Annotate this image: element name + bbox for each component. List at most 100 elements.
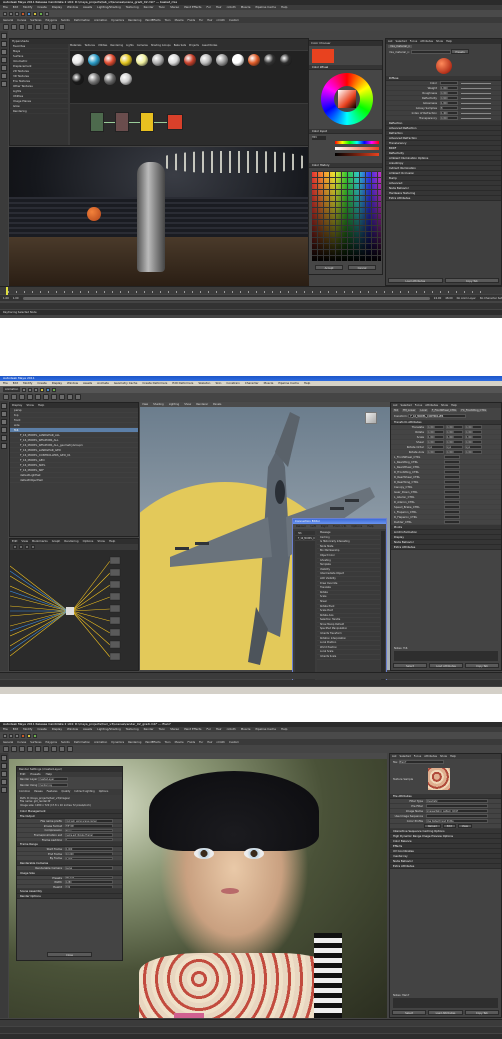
attr-section-header[interactable]: Extra Attributes (386, 196, 501, 201)
new-scene-icon[interactable] (3, 11, 7, 16)
rotate-tool-icon[interactable] (1, 57, 7, 63)
layout-icon[interactable] (1, 81, 7, 87)
select-mode-icon[interactable] (21, 733, 25, 738)
attr-slider[interactable] (461, 92, 491, 94)
attribute-item[interactable]: Inherits Scale (317, 655, 380, 660)
attr-menu-item[interactable]: Attributes (420, 40, 433, 43)
load-attributes-button[interactable]: Load Attributes (428, 1010, 463, 1015)
select-button[interactable]: Select (393, 663, 427, 668)
menu-item[interactable]: Window (67, 727, 78, 731)
menu-item[interactable]: Window (67, 381, 78, 385)
attr-slider[interactable] (461, 97, 491, 99)
render-field-value[interactable]: name.ext (Single Frame) (65, 833, 113, 837)
attr-field-value[interactable]: 1.000 (440, 86, 458, 90)
lasso-tool-icon[interactable] (1, 763, 7, 769)
ipr-render-icon[interactable] (33, 733, 37, 738)
graph-tool-icon[interactable] (19, 545, 23, 549)
menu-item[interactable]: Display (52, 727, 62, 731)
menu-item[interactable]: Paint Effects (184, 727, 201, 731)
shelf-tool-icon[interactable] (11, 746, 17, 752)
attr-menu-item[interactable]: List (393, 404, 398, 407)
open-scene-icon[interactable] (28, 387, 33, 392)
viewport-menu-item[interactable]: Renderer (196, 403, 208, 406)
attr-field-value[interactable]: 1.400 (440, 111, 458, 115)
shelf-tab[interactable]: Surfaces (30, 741, 41, 744)
material-swatch[interactable] (216, 54, 228, 66)
lasso-tool-icon[interactable] (1, 41, 7, 47)
shelf-tool-icon[interactable] (43, 24, 49, 30)
shelf-tab[interactable]: Deformation (74, 741, 90, 744)
outliner-item[interactable]: defaultObjectSet (10, 478, 138, 483)
menu-item[interactable]: Muscle (264, 381, 274, 385)
shelf-tool-icon[interactable] (27, 24, 33, 30)
render-field-value[interactable]: persp (65, 866, 113, 870)
move-tool-icon[interactable] (1, 771, 7, 777)
layout-icon[interactable] (1, 443, 7, 449)
material-swatch[interactable] (264, 54, 276, 66)
notes-field[interactable] (394, 651, 498, 661)
shelf-tab[interactable]: Hair (207, 19, 212, 22)
material-swatch[interactable] (72, 73, 84, 85)
menu-item[interactable]: Edit Deformers (172, 381, 193, 385)
graph-tool-icon[interactable] (31, 545, 35, 549)
menu-item[interactable]: Modify (23, 5, 32, 9)
range-end[interactable]: 24.00 (434, 297, 441, 300)
outliner-menu-item[interactable]: Help (38, 403, 44, 407)
scale-tool-icon[interactable] (1, 65, 7, 71)
attr-field-value[interactable]: 0.000 (446, 425, 463, 429)
shelf-tab[interactable]: Fur (199, 19, 203, 22)
shelf-tab[interactable]: Dynamics (111, 19, 124, 22)
copy-tab-button[interactable]: Copy Tab (444, 278, 499, 283)
material-swatch[interactable] (152, 54, 164, 66)
attr-menu-item[interactable]: Help (451, 404, 457, 407)
menu-item[interactable]: Edit (13, 381, 18, 385)
graph-tool-icon[interactable] (25, 545, 29, 549)
shelf-tool-icon[interactable] (35, 746, 41, 752)
extra-attr-field[interactable] (444, 495, 460, 499)
attr-field-value[interactable]: 0.000 (427, 440, 444, 444)
mode-select[interactable]: HSV (312, 136, 326, 140)
node-tab[interactable]: FM_Lower (402, 409, 417, 412)
shelf-tab[interactable]: Custom (229, 741, 239, 744)
attr-field-value[interactable]: xyz (427, 445, 444, 449)
material-swatch[interactable] (120, 54, 132, 66)
shelf-tool-icon[interactable] (27, 394, 33, 400)
render-field-value[interactable]: 1.000 (65, 856, 113, 861)
attr-field-value[interactable]: Use Default Input Profile (426, 819, 488, 823)
new-scene-icon[interactable] (3, 733, 7, 738)
attr-field-value[interactable]: 0.000 (465, 425, 482, 429)
extra-attr-field[interactable] (444, 470, 460, 474)
scale-tool-icon[interactable] (1, 787, 7, 793)
range-current[interactable]: 1.00 (13, 297, 19, 300)
snap-icon[interactable] (46, 387, 51, 392)
hypershade-tab[interactable]: Utilities (98, 44, 107, 47)
copy-tab-button[interactable]: Copy Tab (464, 1010, 499, 1015)
presets-button[interactable]: Presets (451, 49, 469, 54)
hypershade-tab[interactable]: Materials (70, 44, 81, 47)
menu-item[interactable]: Texturing (126, 727, 139, 731)
attr-field-value[interactable]: 8 (440, 106, 458, 110)
material-swatch[interactable] (168, 54, 180, 66)
shading-node[interactable] (115, 112, 129, 132)
render-section-header[interactable]: Render Options (17, 894, 122, 900)
node-name-field[interactable]: F_16_MODEL_CONTROLLER (408, 414, 467, 418)
time-slider[interactable] (0, 672, 502, 679)
viewport-menu-item[interactable]: Shading (153, 403, 164, 406)
menu-item[interactable]: Pipeline Cache (255, 727, 276, 731)
shelf-tab[interactable]: Surfaces (30, 19, 41, 22)
render-settings-tab[interactable]: Indirect Lighting (74, 790, 94, 793)
attr-field-value[interactable]: 0.000 (446, 430, 463, 434)
attr-menu-item[interactable]: List (392, 755, 397, 758)
menu-item[interactable]: Fur (207, 5, 211, 9)
attr-menu-item[interactable]: Show (440, 755, 447, 758)
graph-menu-item[interactable]: Options (83, 539, 94, 543)
shelf-tab[interactable]: Dynamics (111, 741, 124, 744)
shading-node[interactable] (90, 112, 104, 132)
range-slider[interactable] (0, 680, 502, 686)
attr-field-value[interactable]: 0.000 (440, 116, 458, 120)
render-settings-menu-item[interactable]: Help (46, 772, 52, 776)
attr-menu-item[interactable]: Selected (396, 40, 407, 43)
attr-section-header[interactable]: Extra Attributes (390, 864, 501, 869)
material-swatch[interactable] (232, 54, 244, 66)
shelf-tool-icon[interactable] (19, 394, 25, 400)
